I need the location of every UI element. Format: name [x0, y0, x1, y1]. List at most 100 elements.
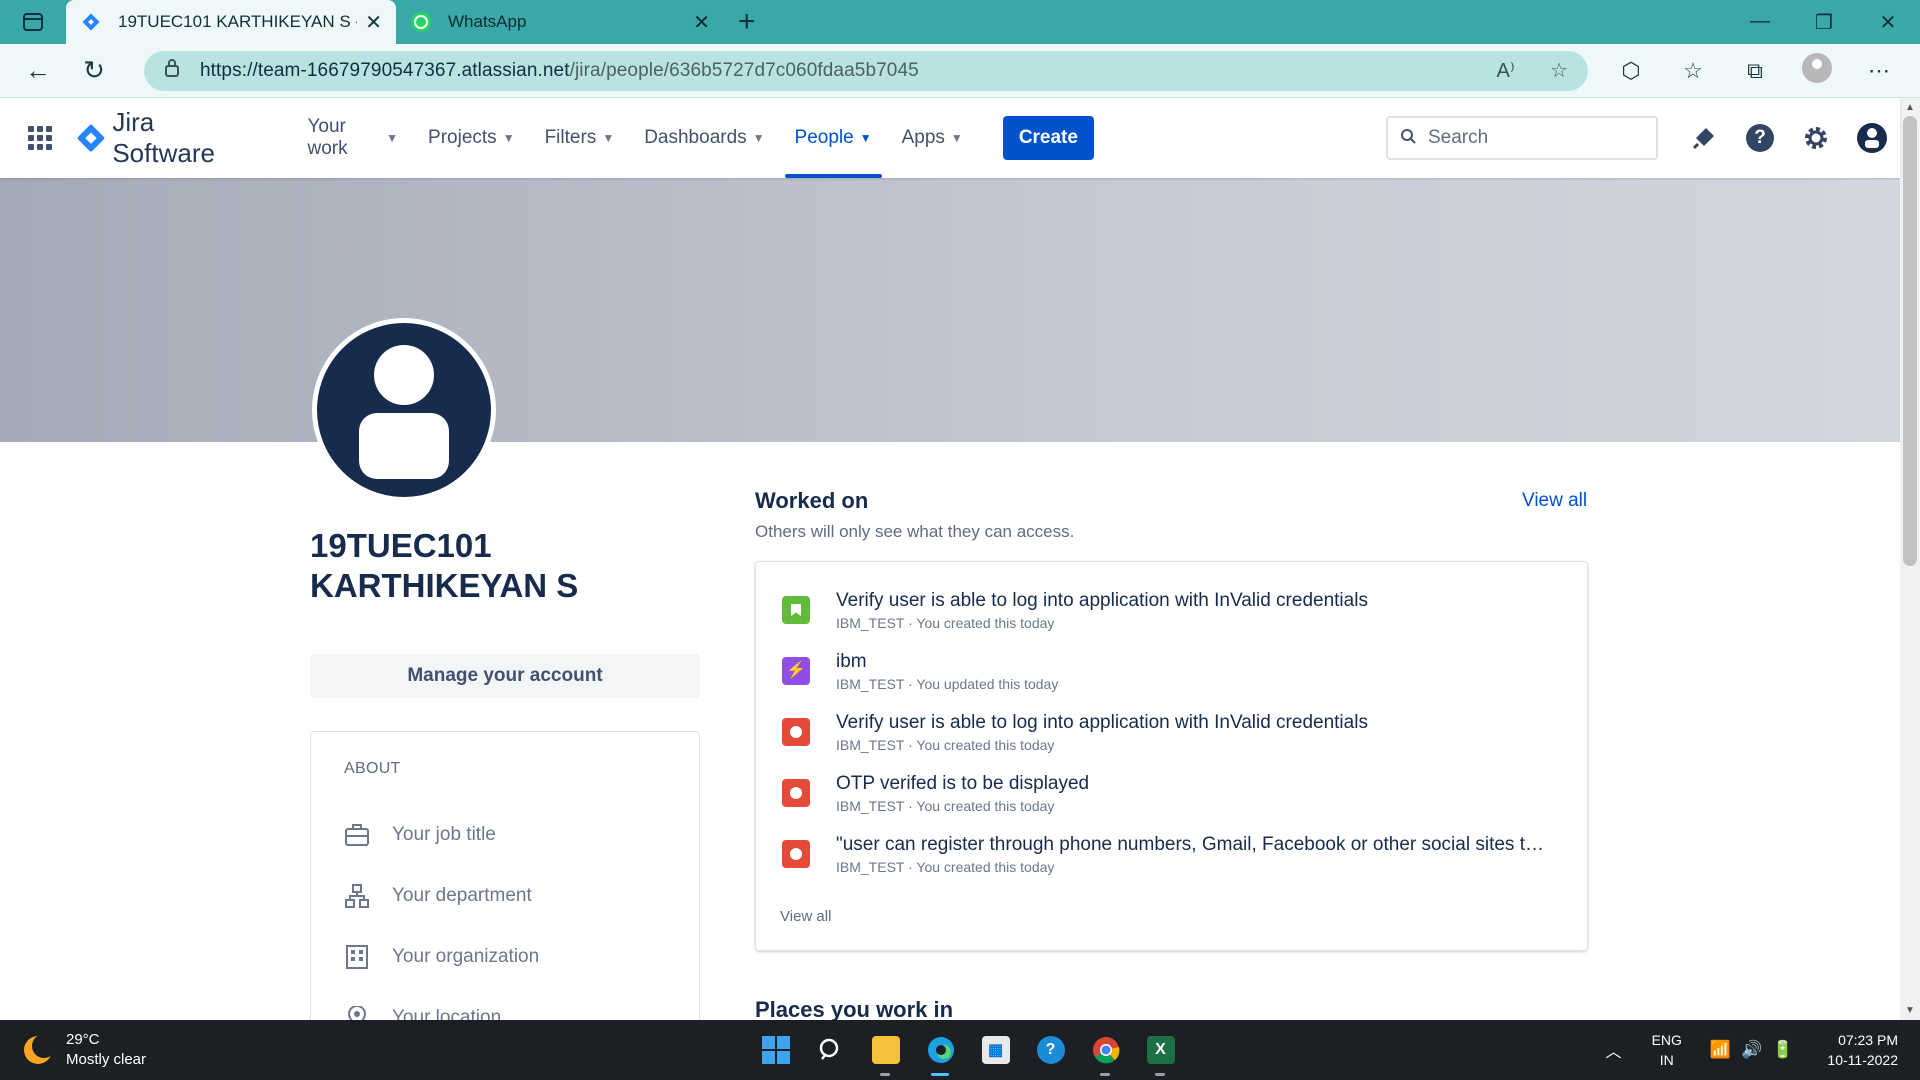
favorites-icon[interactable]: ☆ [1662, 58, 1724, 84]
lock-icon[interactable] [164, 58, 180, 84]
close-icon[interactable]: ✕ [365, 10, 382, 35]
page-scrollbar[interactable]: ▲ ▼ [1900, 98, 1920, 1020]
about-title: ABOUT [344, 760, 401, 777]
about-location[interactable]: Your location [344, 987, 666, 1020]
primary-nav: Your work ▼ Projects ▼ Filters ▼ Dashboards… [297, 98, 982, 178]
about-label: Your organization [392, 945, 540, 967]
taskbar-excel[interactable]: X [1133, 1020, 1188, 1080]
edge-icon [927, 1037, 954, 1063]
app-switcher-icon[interactable] [0, 126, 81, 150]
scrollbar-thumb[interactable] [1903, 116, 1917, 566]
browser-toolbar: ← ↻ https://team-16679790547367.atlassia… [0, 44, 1920, 98]
url-text[interactable]: https://team-16679790547367.atlassian.ne… [200, 60, 1467, 82]
story-icon [782, 596, 810, 624]
clock[interactable]: 07:23 PM 10-11-2022 [1827, 1030, 1898, 1070]
taskbar-chrome[interactable] [1078, 1020, 1133, 1080]
chevron-down-icon: ▼ [752, 131, 765, 145]
start-button[interactable] [748, 1020, 803, 1080]
whatsapp-icon [410, 11, 432, 33]
lang-bottom: IN [1659, 1052, 1674, 1068]
search-input[interactable]: Search [1385, 116, 1658, 160]
create-button[interactable]: Create [1002, 116, 1094, 160]
issue-meta: IBM_TEST · You created this today [836, 615, 1055, 631]
list-item[interactable]: "user can register through phone numbers… [756, 834, 1587, 895]
profile-name: 19TUEC101 KARTHIKEYAN S [310, 527, 579, 604]
worked-on-view-all-link[interactable]: View all [1522, 490, 1587, 512]
list-item[interactable]: Verify user is able to log into applicat… [756, 590, 1587, 651]
url-path: /jira/people/636b5727d7c060fdaa5b7045 [569, 59, 919, 81]
extensions-icon[interactable]: ⬡ [1600, 58, 1662, 84]
profile-icon[interactable] [1786, 52, 1848, 89]
about-job-title[interactable]: Your job title [344, 804, 666, 865]
address-bar[interactable]: https://team-16679790547367.atlassian.ne… [144, 50, 1588, 91]
search-icon [1400, 128, 1416, 149]
help-icon[interactable]: ? [1732, 124, 1788, 152]
add-favorite-icon[interactable]: ☆ [1550, 60, 1568, 82]
profile-avatar[interactable] [312, 318, 496, 502]
about-department[interactable]: Your department [344, 865, 666, 926]
nav-filters[interactable]: Filters ▼ [535, 98, 625, 178]
jira-top-nav: Jira Software Your work ▼ Projects ▼ Filte… [0, 98, 1900, 178]
about-label: Your job title [392, 823, 496, 845]
list-item[interactable]: OTP verifed is to be displayed IBM_TEST ·… [756, 773, 1587, 834]
browser-tab-whatsapp[interactable]: WhatsApp ✕ [396, 0, 724, 44]
list-item[interactable]: ibm IBM_TEST · You updated this today [756, 651, 1587, 712]
profile-page: 19TUEC101 KARTHIKEYAN S Manage your acco… [0, 178, 1900, 1020]
bug-icon [782, 779, 810, 807]
nav-apps[interactable]: Apps ▼ [892, 98, 973, 178]
close-icon[interactable]: ✕ [693, 10, 710, 35]
collections-icon[interactable]: ⧉ [1724, 58, 1786, 84]
about-card: ABOUT Your job title Your department You… [310, 731, 700, 1020]
worked-on-view-all-bottom[interactable]: View all [780, 908, 831, 925]
jira-logo[interactable]: Jira Software [76, 107, 262, 169]
minimize-icon[interactable]: — [1728, 10, 1792, 35]
wifi-volume-battery-icons[interactable]: 📶🔊🔋 [1710, 1040, 1804, 1060]
list-item[interactable]: Verify user is able to log into applicat… [756, 712, 1587, 773]
scroll-down-icon[interactable]: ▼ [1900, 1005, 1920, 1016]
gear-icon[interactable] [1788, 124, 1844, 152]
about-organization[interactable]: Your organization [344, 926, 666, 987]
language-indicator[interactable]: ENG IN [1652, 1030, 1682, 1070]
browser-tab-jira[interactable]: 19TUEC101 KARTHIKEYAN S - Profile ✕ [66, 0, 396, 44]
search-placeholder: Search [1427, 127, 1489, 148]
taskbar-store[interactable]: ▦ [968, 1020, 1023, 1080]
more-menu-icon[interactable]: ⋯ [1848, 58, 1910, 84]
tab-title: WhatsApp [448, 12, 527, 31]
nav-label: Dashboards [644, 127, 747, 148]
read-aloud-icon[interactable]: A⁾ [1497, 60, 1515, 82]
chevron-down-icon: ▼ [950, 131, 963, 145]
manage-account-button[interactable]: Manage your account [310, 654, 700, 698]
avatar-head [374, 345, 434, 405]
taskbar-apps: ▦ ? X [748, 1020, 1188, 1080]
scroll-up-icon[interactable]: ▲ [1900, 102, 1920, 113]
refresh-icon[interactable]: ↻ [66, 44, 122, 98]
browser-tab-strip: 19TUEC101 KARTHIKEYAN S - Profile ✕ What… [0, 0, 1920, 44]
taskbar-edge[interactable] [913, 1020, 968, 1080]
nav-your-work[interactable]: Your work ▼ [297, 98, 408, 178]
issue-title: Verify user is able to log into applicat… [836, 712, 1368, 733]
windows-icon [761, 1036, 790, 1064]
chevron-down-icon: ▼ [386, 131, 399, 145]
taskbar-file-explorer[interactable] [858, 1020, 913, 1080]
clock-time: 07:23 PM [1838, 1032, 1898, 1048]
nav-people[interactable]: People ▼ [784, 98, 882, 178]
epic-icon [782, 657, 810, 685]
url-host: https://team-16679790547367.atlassian.ne… [200, 59, 570, 81]
nav-projects[interactable]: Projects ▼ [418, 98, 525, 178]
worked-on-subtitle: Others will only see what they can acces… [755, 522, 1075, 541]
close-window-icon[interactable]: ✕ [1856, 10, 1920, 35]
new-tab-button[interactable]: + [738, 5, 756, 39]
chevron-up-icon[interactable]: ︿ [1606, 1038, 1622, 1062]
nav-label: Your work [307, 116, 348, 159]
avatar[interactable] [1844, 122, 1900, 154]
weather-widget[interactable]: 29°C Mostly clear [24, 1030, 224, 1070]
tab-actions-button[interactable] [0, 0, 66, 44]
nav-dashboards[interactable]: Dashboards ▼ [634, 98, 774, 178]
taskbar-search[interactable] [803, 1020, 858, 1080]
notifications-icon[interactable] [1676, 126, 1732, 150]
taskbar-help[interactable]: ? [1023, 1020, 1078, 1080]
restore-icon[interactable]: ❐ [1792, 10, 1856, 35]
issue-meta: IBM_TEST · You created this today [836, 859, 1055, 875]
issue-title: OTP verifed is to be displayed [836, 773, 1090, 794]
back-arrow-icon[interactable]: ← [10, 44, 66, 98]
